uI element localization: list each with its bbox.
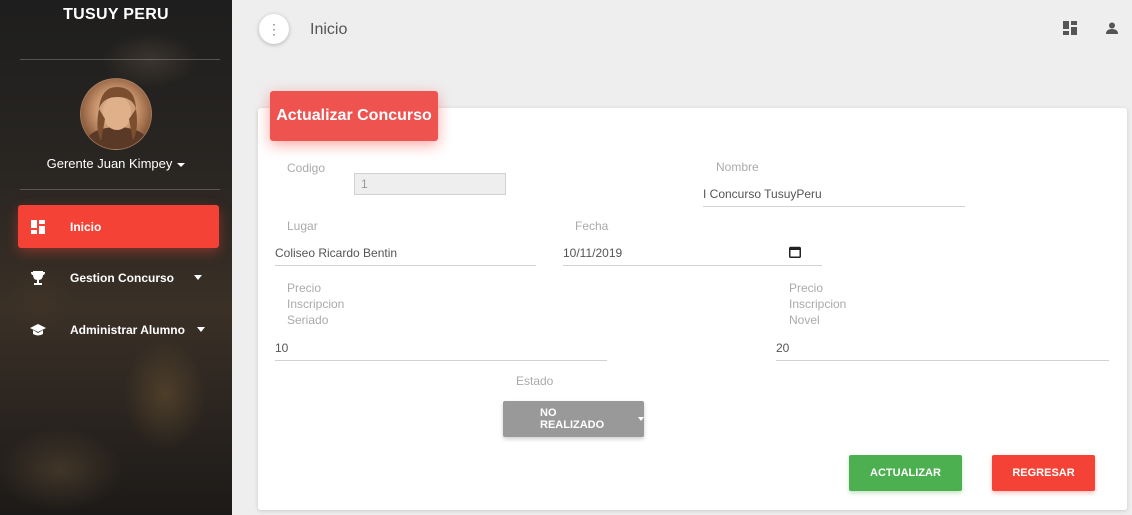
trophy-icon (30, 270, 46, 286)
dashboard-icon[interactable] (1062, 20, 1078, 36)
divider (20, 189, 220, 190)
divider (20, 59, 220, 60)
person-icon[interactable] (1104, 20, 1120, 36)
regresar-button[interactable]: REGRESAR (992, 455, 1095, 491)
calendar-icon[interactable] (789, 245, 801, 263)
menu-toggle-button[interactable]: ⋮ (259, 14, 289, 44)
fecha-label: Fecha (575, 219, 609, 233)
page-title: Inicio (310, 21, 348, 38)
brand-title[interactable]: TUSUY PERU (0, 6, 232, 24)
fecha-underline (563, 265, 822, 266)
estado-label: Estado (516, 374, 554, 388)
user-menu[interactable]: Gerente Juan Kimpey (0, 156, 232, 171)
more-vertical-icon: ⋮ (267, 20, 281, 37)
nombre-input[interactable]: I Concurso TusuyPeru (703, 187, 822, 201)
sidebar: TUSUY PERU Gerente Juan Kimpey Inicio Ge… (0, 0, 232, 515)
codigo-label: Codigo (287, 161, 326, 175)
precio-novel-underline (776, 360, 1109, 361)
caret-down-icon (196, 327, 205, 332)
nombre-underline (703, 206, 965, 207)
precio-novel-input[interactable]: 20 (776, 341, 789, 355)
sidebar-item-label: Gestion Concurso (70, 270, 175, 285)
avatar (80, 78, 152, 150)
estado-select-value: NO REALIZADO (540, 407, 605, 431)
form-card (258, 108, 1127, 510)
dashboard-icon (30, 219, 46, 235)
lugar-input[interactable]: Coliseo Ricardo Bentin (275, 246, 397, 260)
sidebar-item-administrar-alumno[interactable]: Administrar Alumno (18, 308, 219, 351)
sidebar-item-label: Administrar Alumno (70, 322, 185, 337)
user-name: Gerente Juan Kimpey (46, 156, 173, 171)
precio-seriado-label: Precio Inscripcion Seriado (287, 281, 345, 327)
codigo-input[interactable]: 1 (354, 173, 506, 195)
graduation-cap-icon (30, 322, 46, 338)
fecha-input[interactable]: 10/11/2019 (563, 246, 622, 260)
actualizar-button[interactable]: ACTUALIZAR (849, 455, 962, 491)
caret-down-icon (638, 417, 644, 421)
sidebar-item-gestion-concurso[interactable]: Gestion Concurso (18, 256, 219, 299)
caret-down-icon (177, 162, 186, 167)
nombre-label: Nombre (716, 160, 759, 174)
precio-novel-label: Precio Inscripcion Novel (789, 281, 847, 327)
card-header-title: Actualizar Concurso (270, 91, 438, 141)
precio-seriado-underline (275, 360, 607, 361)
sidebar-item-label: Inicio (70, 219, 102, 234)
precio-seriado-input[interactable]: 10 (275, 341, 288, 355)
lugar-underline (275, 265, 536, 266)
sidebar-item-inicio[interactable]: Inicio (18, 205, 219, 248)
estado-select[interactable]: NO REALIZADO (503, 401, 644, 437)
lugar-label: Lugar (287, 219, 318, 233)
caret-down-icon (194, 275, 203, 280)
